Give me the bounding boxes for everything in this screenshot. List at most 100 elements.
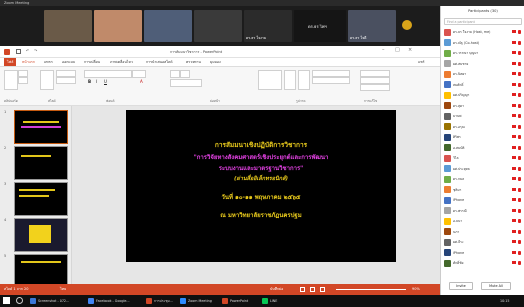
- shape-outline-button[interactable]: [312, 77, 350, 84]
- italic-icon[interactable]: I: [96, 79, 97, 84]
- participant-row[interactable]: มานพ: [443, 111, 523, 121]
- video-tile[interactable]: [144, 10, 192, 42]
- participant-row[interactable]: ดร.กมล: [443, 174, 523, 184]
- windows-start-icon[interactable]: [3, 297, 10, 304]
- video-tile-center[interactable]: ดร.ธร ไพฯ: [294, 10, 346, 42]
- tab-animations[interactable]: ภาพเคลื่อนไหว: [110, 58, 133, 66]
- arrange-button[interactable]: [284, 70, 296, 90]
- new-slide-button[interactable]: [40, 70, 54, 90]
- participant-row[interactable]: อ.ธนา: [443, 216, 523, 226]
- share-button[interactable]: แชร์: [418, 58, 425, 66]
- tab-view[interactable]: มุมมอง: [210, 58, 221, 66]
- replace-button[interactable]: [360, 77, 390, 84]
- taskbar-item[interactable]: LINE: [262, 296, 277, 306]
- taskbar-item[interactable]: PowerPoint: [222, 296, 248, 306]
- participant-row[interactable]: ผศ.สมชาย: [443, 59, 523, 69]
- tab-slideshow[interactable]: การนำเสนอสไลด์: [146, 58, 172, 66]
- zoom-level[interactable]: 90%: [412, 284, 420, 295]
- find-button[interactable]: [360, 70, 390, 77]
- participant-row[interactable]: สมศักดิ์: [443, 80, 523, 90]
- slide-thumbnail[interactable]: [14, 146, 68, 180]
- participant-row[interactable]: ดร.ธร ใจงาม (Host, me): [443, 27, 523, 37]
- shapes-gallery[interactable]: [258, 70, 282, 90]
- tab-transitions[interactable]: การเปลี่ยน: [84, 58, 100, 66]
- participant-row[interactable]: ดร.สุดา: [443, 101, 523, 111]
- redo-icon[interactable]: ↷: [34, 48, 37, 53]
- zoom-slider[interactable]: [336, 289, 406, 290]
- minimize-icon[interactable]: –: [382, 47, 385, 53]
- search-icon[interactable]: [16, 297, 23, 304]
- video-tile[interactable]: [44, 10, 92, 42]
- normal-view-icon[interactable]: [300, 287, 305, 292]
- quick-styles-button[interactable]: [298, 70, 310, 90]
- slide-thumbnail[interactable]: [14, 254, 68, 288]
- undo-icon[interactable]: ↶: [26, 48, 29, 53]
- close-icon[interactable]: ×: [408, 47, 412, 53]
- participant-row[interactable]: ศิริพร: [443, 132, 523, 142]
- video-tile[interactable]: ดร.ธร ใจดี: [348, 10, 396, 42]
- video-tile[interactable]: [94, 10, 142, 42]
- avatar: [444, 228, 451, 235]
- taskbar-item[interactable]: Facebook - Google...: [88, 296, 130, 306]
- tab-design[interactable]: ออกแบบ: [62, 58, 75, 66]
- bullets-button[interactable]: [170, 70, 180, 78]
- notes-toggle[interactable]: บันทึกย่อ: [270, 284, 283, 295]
- participant-row[interactable]: นภา: [443, 227, 523, 237]
- video-tile[interactable]: [194, 10, 242, 42]
- tab-review[interactable]: ตรวจทาน: [186, 58, 201, 66]
- paste-button[interactable]: [4, 70, 18, 90]
- video-off-icon: [512, 250, 516, 254]
- current-slide[interactable]: การสัมมนาเชิงปฏิบัติการวิชาการ "การวิจัย…: [126, 110, 396, 262]
- taskbar-item[interactable]: การประชุม...: [146, 296, 173, 306]
- slide-sorter-icon[interactable]: [310, 287, 315, 292]
- participant-row[interactable]: ดร.พรรณี: [443, 206, 523, 216]
- font-name-select[interactable]: [84, 70, 132, 78]
- taskbar-item[interactable]: Zoom Meeting: [180, 296, 212, 306]
- mic-muted-icon: [518, 187, 521, 192]
- participant-row[interactable]: iPhone: [443, 248, 523, 258]
- slide-thumbnail[interactable]: [14, 218, 68, 252]
- select-button[interactable]: [360, 84, 390, 91]
- video-off-icon: [512, 40, 516, 44]
- save-icon[interactable]: [16, 49, 21, 54]
- copy-button[interactable]: [18, 77, 28, 84]
- participant-search-input[interactable]: Find a participant: [444, 18, 522, 25]
- taskbar-item[interactable]: Screenshot - 072...: [30, 296, 69, 306]
- participant-row[interactable]: ผศ.ประยุทธ: [443, 164, 523, 174]
- ribbon: คลิปบอร์ด สไลด์ B I U A ฟอนต์ ย่อหน้า รู…: [0, 66, 440, 106]
- taskbar-item-label: การประชุม...: [154, 299, 173, 303]
- participant-row[interactable]: ดร.นิตยา: [443, 69, 523, 79]
- slide-thumbnail[interactable]: [14, 110, 68, 144]
- cut-button[interactable]: [18, 70, 28, 77]
- participant-row[interactable]: ดร.วรรณา บุญมา: [443, 48, 523, 58]
- tab-insert[interactable]: แทรก: [44, 58, 53, 66]
- reading-view-icon[interactable]: [320, 287, 325, 292]
- participant-row[interactable]: ผศ.ปริญญา: [443, 90, 523, 100]
- clock[interactable]: 10:15: [500, 296, 510, 306]
- bold-icon[interactable]: B: [88, 79, 91, 84]
- mute-all-button[interactable]: Mute All: [481, 282, 511, 290]
- slide-info: สไลด์ 1 จาก 20: [4, 287, 29, 291]
- align-button[interactable]: [170, 79, 202, 87]
- underline-icon[interactable]: U: [104, 79, 107, 84]
- layout-button[interactable]: [56, 70, 76, 77]
- font-color-icon[interactable]: A: [140, 79, 143, 84]
- participant-row[interactable]: ชุติมา: [443, 185, 523, 195]
- participant-row[interactable]: ผศ.ธีระ: [443, 237, 523, 247]
- numbering-button[interactable]: [180, 70, 190, 78]
- next-page-icon[interactable]: [402, 20, 412, 30]
- participant-row[interactable]: อ.สมบัติ: [443, 143, 523, 153]
- maximize-icon[interactable]: □: [395, 47, 400, 53]
- shape-fill-button[interactable]: [312, 70, 350, 77]
- participant-row[interactable]: iPhone: [443, 195, 523, 205]
- slide-thumbnail[interactable]: [14, 182, 68, 216]
- invite-button[interactable]: Invite: [449, 282, 473, 290]
- participant-row[interactable]: ศักดิ์ชัย: [443, 258, 523, 268]
- reset-button[interactable]: [56, 77, 76, 84]
- participant-row[interactable]: วิไล: [443, 153, 523, 163]
- video-tile[interactable]: ดร.ธร ใจงาม: [244, 10, 292, 42]
- tab-file[interactable]: ไฟล์: [4, 58, 17, 66]
- participant-row[interactable]: ดร.อรุณ: [443, 122, 523, 132]
- participant-row[interactable]: ดร.ณัฐ (Co-host): [443, 38, 523, 48]
- font-size-select[interactable]: [132, 70, 146, 78]
